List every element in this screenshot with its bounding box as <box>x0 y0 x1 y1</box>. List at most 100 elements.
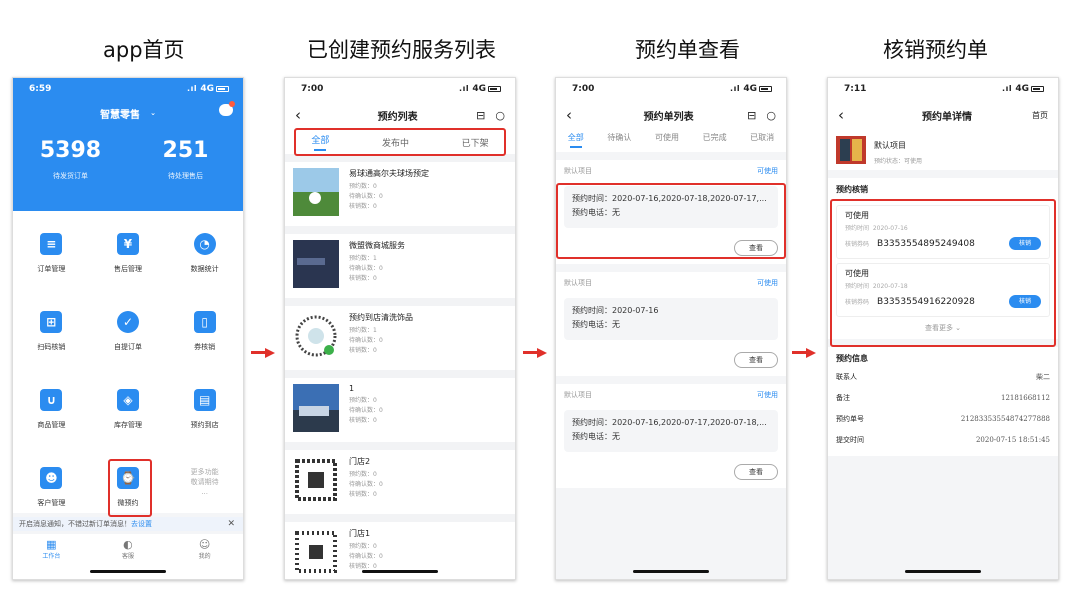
phone-service-list: 7:00 .ıl 4G ‹ 预约列表 ⊟ ○ 全部 发布中 已下架 易球通高尔夫球… <box>284 77 516 580</box>
order-status: 可使用 <box>757 279 778 287</box>
nav-bar: ‹ 预约列表 ⊟ ○ <box>285 100 515 130</box>
menu-label: 商品管理 <box>37 421 66 429</box>
order-card[interactable]: 默认项目 可使用 预约时间：2020-07-16,2020-07-18,2020-… <box>556 160 786 264</box>
service-item[interactable]: 门店2 预约数：0 待确认数：0 核销数：0 <box>285 450 515 514</box>
menu-stock[interactable]: ◈ 库存管理 <box>90 389 167 449</box>
view-button[interactable]: 查看 <box>734 352 778 368</box>
info-key: 联系人 <box>836 372 857 381</box>
tab-cancelled[interactable]: 已取消 <box>750 132 774 143</box>
menu-order[interactable]: ≡ 订单管理 <box>13 233 90 293</box>
order-card[interactable]: 默认项目 可使用 预约时间：2020-07-16 预约电话：无 查看 <box>556 272 786 376</box>
menu-pickup[interactable]: ✓ 自提订单 <box>90 311 167 371</box>
service-count: 预约数：0 <box>349 183 377 190</box>
view-button[interactable]: 查看 <box>734 464 778 480</box>
menu-aftersale[interactable]: ¥ 售后管理 <box>90 233 167 293</box>
message-icon[interactable] <box>219 101 235 116</box>
service-count: 预约数：1 <box>349 327 377 334</box>
stat-label: 待处理售后 <box>168 172 203 180</box>
status-bar: 6:59 .ıl 4G <box>13 78 243 100</box>
search-icon[interactable]: ○ <box>766 109 776 122</box>
search-icon[interactable]: ○ <box>495 109 505 122</box>
service-item[interactable]: 1 预约数：0 待确认数：0 核销数：0 <box>285 378 515 442</box>
menu-label: 券核销 <box>194 343 216 351</box>
menu-scan-verify[interactable]: ⊞ 扫码核销 <box>13 311 90 371</box>
service-title: 预约到店清洗饰品 <box>349 313 413 322</box>
status-signal: .ıl 4G <box>187 84 229 94</box>
tab-workbench[interactable]: ▦ 工作台 <box>26 538 76 579</box>
highlight-box <box>556 183 786 259</box>
flow-arrow-icon <box>792 348 816 358</box>
tab-label: 客服 <box>121 553 134 560</box>
info-row: 提交时间 2020-07-15 18:51:45 <box>836 429 1050 450</box>
menu-label: 客户管理 <box>37 499 66 507</box>
stat-pending-shipment[interactable]: 5398 待发货订单 <box>21 138 121 181</box>
stat-pending-aftersale[interactable]: 251 待处理售后 <box>136 138 236 181</box>
service-title: 门店1 <box>349 529 371 538</box>
order-time: 预约时间：2020-07-16,2020-07-17,2020-07-18,..… <box>572 418 767 427</box>
scan-icon[interactable]: ⊟ <box>747 109 756 122</box>
page-title: 预约列表 <box>377 111 418 123</box>
service-verified: 核销数：0 <box>349 347 377 354</box>
info-value: 2020-07-15 18:51:45 <box>975 435 1050 444</box>
tab-pending[interactable]: 待确认 <box>607 132 631 143</box>
building-thumbnail <box>293 384 339 432</box>
feature-grid: ≡ 订单管理 ¥ 售后管理 ◔ 数据统计 ⊞ 扫码核销 ✓ 自提订单 ▯ 券核销 ∪ 商品管理… <box>13 211 243 517</box>
highlight-box <box>107 459 152 517</box>
status-signal: .ıl 4G <box>730 84 772 94</box>
section-title: 预约信息 <box>836 354 868 363</box>
chevron-down-icon: ⌄ <box>150 109 156 117</box>
notice-settings-link[interactable]: 去设置 <box>131 520 152 528</box>
qr-code-thumbnail <box>293 528 339 576</box>
service-verified: 核销数：0 <box>349 417 377 424</box>
tab-all[interactable]: 全部 <box>568 132 584 148</box>
caption-home: app首页 <box>103 38 185 62</box>
menu-store-booking[interactable]: ▤ 预约到店 <box>166 389 243 449</box>
service-count: 预约数：1 <box>349 255 377 262</box>
service-verified: 核销数：0 <box>349 203 377 210</box>
info-value: 21283353554874277888 <box>960 414 1050 423</box>
tab-service[interactable]: ◐ 客服 <box>103 538 153 579</box>
service-item[interactable]: 预约到店清洗饰品 预约数：1 待确认数：0 核销数：0 <box>285 306 515 370</box>
stat-label: 待发货订单 <box>53 172 88 180</box>
menu-label: 扫码核销 <box>37 343 66 351</box>
pickup-icon: ✓ <box>116 311 139 333</box>
status-time: 7:00 <box>572 84 595 94</box>
home-indicator <box>905 570 981 573</box>
flow-arrow-icon <box>523 348 547 358</box>
flow-arrow-icon <box>251 348 275 358</box>
back-icon[interactable]: ‹ <box>295 106 319 124</box>
service-pending: 待确认数：0 <box>349 481 383 488</box>
verify-section: 预约核销 可使用 预约时间 2020-07-16 核销券码 B3353554895… <box>828 178 1058 347</box>
back-icon[interactable]: ‹ <box>838 106 862 124</box>
menu-coupon[interactable]: ▯ 券核销 <box>166 311 243 371</box>
info-key: 提交时间 <box>836 435 864 444</box>
status-signal: .ıl 4G <box>1002 84 1044 94</box>
service-item[interactable]: 易球通高尔夫球场预定 预约数：0 待确认数：0 核销数：0 <box>285 162 515 226</box>
service-item[interactable]: 微盟微商城服务 预约数：1 待确认数：0 核销数：0 <box>285 234 515 298</box>
service-title: 门店2 <box>349 457 371 466</box>
menu-label: 库存管理 <box>113 421 142 429</box>
scan-icon[interactable]: ⊟ <box>476 109 485 122</box>
store-selector[interactable]: 智慧零售 ⌄ <box>13 100 243 126</box>
home-link[interactable]: 首页 <box>1032 110 1048 121</box>
service-count: 预约数：0 <box>349 471 377 478</box>
service-pending: 待确认数：0 <box>349 265 383 272</box>
order-item: 默认项目 <box>564 391 592 399</box>
service-title: 微盟微商城服务 <box>349 241 405 250</box>
user-icon: ☺ <box>198 538 211 551</box>
store-name: 智慧零售 <box>100 109 141 121</box>
tab-mine[interactable]: ☺ 我的 <box>180 538 230 579</box>
tab-completed[interactable]: 已完成 <box>703 132 727 143</box>
customer-icon: ☻ <box>40 467 63 489</box>
info-row: 预约单号 21283353554874277888 <box>836 408 1050 429</box>
menu-goods[interactable]: ∪ 商品管理 <box>13 389 90 449</box>
order-time: 预约时间：2020-07-16 <box>572 306 659 315</box>
back-icon[interactable]: ‹ <box>566 106 590 124</box>
service-count: 预约数：0 <box>349 543 377 550</box>
close-icon[interactable]: ✕ <box>227 517 235 531</box>
menu-stats[interactable]: ◔ 数据统计 <box>166 233 243 293</box>
tab-usable[interactable]: 可使用 <box>655 132 679 143</box>
page-title: 预约单列表 <box>643 111 694 123</box>
status-bar: 7:11 .ıl 4G <box>828 78 1058 100</box>
order-card[interactable]: 默认项目 可使用 预约时间：2020-07-16,2020-07-17,2020-… <box>556 384 786 488</box>
